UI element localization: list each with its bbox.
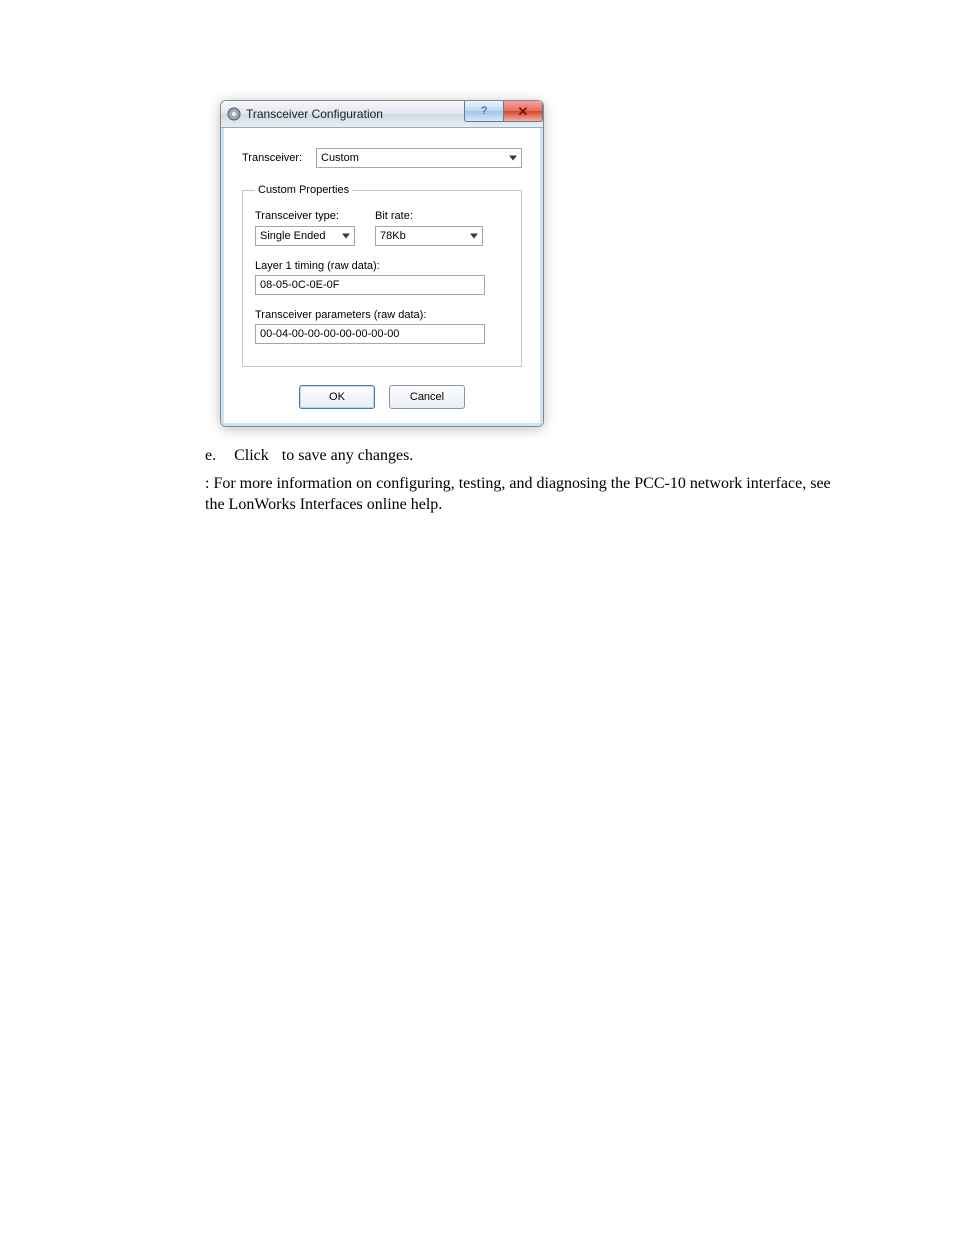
ok-button[interactable]: OK bbox=[299, 385, 375, 409]
chevron-down-icon bbox=[470, 234, 478, 239]
help-button[interactable]: ? bbox=[464, 101, 504, 122]
close-icon: ✕ bbox=[518, 105, 529, 118]
type-bitrate-row: Transceiver type: Single Ended Bit rate: bbox=[255, 210, 509, 246]
custom-properties-legend: Custom Properties bbox=[255, 184, 352, 196]
click-word: Click bbox=[234, 447, 269, 464]
to-save-text: to save any changes. bbox=[282, 447, 414, 464]
list-item-letter: e. bbox=[205, 447, 216, 464]
chevron-down-icon bbox=[342, 234, 350, 239]
transceiver-combo[interactable]: Custom bbox=[316, 148, 522, 168]
help-icon: ? bbox=[481, 105, 487, 117]
transceiver-type-value: Single Ended bbox=[260, 230, 325, 242]
note-text: : For more information on configuring, t… bbox=[205, 475, 831, 514]
title-bar: Transceiver Configuration ? ✕ bbox=[221, 101, 543, 128]
dialog-body: Transceiver: Custom Custom Properties Tr… bbox=[221, 128, 543, 426]
custom-properties-group: Custom Properties Transceiver type: Sing… bbox=[242, 184, 522, 367]
layer1-value: 08-05-0C-0E-0F bbox=[260, 279, 339, 291]
app-icon bbox=[227, 107, 241, 121]
transceiver-label: Transceiver: bbox=[242, 152, 316, 164]
transceiver-config-dialog: Transceiver Configuration ? ✕ Transceive… bbox=[220, 100, 544, 427]
ok-label: OK bbox=[329, 391, 345, 403]
bit-rate-label: Bit rate: bbox=[375, 210, 483, 222]
bit-rate-combo[interactable]: 78Kb bbox=[375, 226, 483, 246]
transceiver-value: Custom bbox=[321, 152, 359, 164]
chevron-down-icon bbox=[509, 156, 517, 161]
transceiver-row: Transceiver: Custom bbox=[242, 148, 522, 168]
params-input[interactable]: 00-04-00-00-00-00-00-00-00 bbox=[255, 324, 485, 344]
cancel-button[interactable]: Cancel bbox=[389, 385, 465, 409]
bit-rate-value: 78Kb bbox=[380, 230, 406, 242]
dialog-buttons: OK Cancel bbox=[242, 385, 522, 409]
transceiver-type-combo[interactable]: Single Ended bbox=[255, 226, 355, 246]
close-button[interactable]: ✕ bbox=[504, 101, 543, 122]
cancel-label: Cancel bbox=[410, 391, 444, 403]
transceiver-type-label: Transceiver type: bbox=[255, 210, 355, 222]
layer1-label: Layer 1 timing (raw data): bbox=[255, 260, 509, 272]
document-text: e. Click to save any changes. : For more… bbox=[205, 445, 845, 516]
dialog-title: Transceiver Configuration bbox=[246, 107, 383, 121]
layer1-input[interactable]: 08-05-0C-0E-0F bbox=[255, 275, 485, 295]
window-buttons: ? ✕ bbox=[464, 101, 543, 121]
params-label: Transceiver parameters (raw data): bbox=[255, 309, 509, 321]
params-value: 00-04-00-00-00-00-00-00-00 bbox=[260, 328, 399, 340]
